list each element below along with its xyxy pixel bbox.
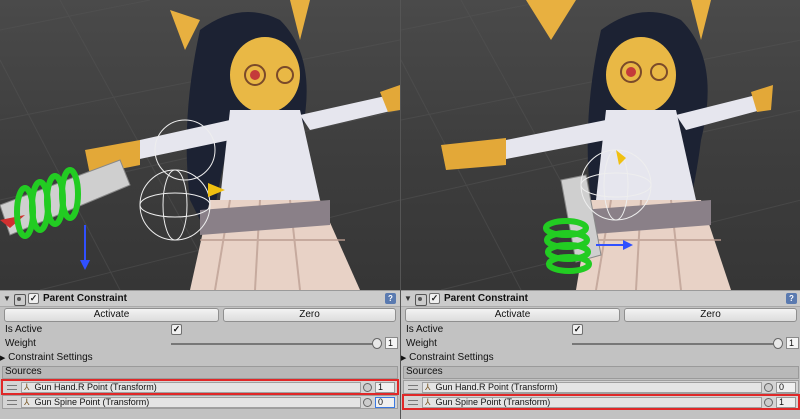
activate-button[interactable]: Activate: [4, 308, 219, 322]
component-title: Parent Constraint: [43, 293, 127, 304]
constraint-settings-label: Constraint Settings: [409, 352, 494, 363]
fold-arrow-icon[interactable]: ▼: [2, 294, 12, 304]
constraint-settings-label: Constraint Settings: [8, 352, 93, 363]
right-panel: ▼ ✓ Parent Constraint ? Activate Zero Is…: [400, 0, 800, 419]
scene-view[interactable]: [401, 0, 800, 290]
object-picker-icon[interactable]: [363, 383, 372, 392]
drag-handle-icon[interactable]: [7, 385, 17, 390]
source-row-gun-hand[interactable]: ⅄ Gun Hand.R Point (Transform) 1: [1, 379, 399, 395]
weight-slider-thumb[interactable]: [372, 338, 382, 349]
scene-view[interactable]: [0, 0, 400, 290]
component-enabled-checkbox[interactable]: ✓: [429, 293, 440, 304]
zero-button[interactable]: Zero: [624, 308, 797, 322]
source-name: Gun Spine Point (Transform): [435, 397, 551, 407]
object-picker-icon[interactable]: [764, 383, 773, 392]
component-enabled-checkbox[interactable]: ✓: [28, 293, 39, 304]
scene-illustration: [0, 0, 400, 290]
transform-icon: ⅄: [24, 382, 30, 392]
weight-label: Weight: [406, 338, 437, 349]
source-object-field[interactable]: ⅄ Gun Hand.R Point (Transform): [422, 382, 762, 393]
object-picker-icon[interactable]: [764, 398, 773, 407]
weight-field[interactable]: 1: [786, 337, 799, 349]
settings-fold-icon: ▶: [401, 355, 407, 362]
source-name: Gun Spine Point (Transform): [34, 397, 150, 407]
source-row-gun-spine[interactable]: ⅄ Gun Spine Point (Transform) 1: [402, 394, 800, 410]
source-weight-field[interactable]: 1: [375, 382, 395, 393]
constraint-icon: [13, 293, 26, 306]
source-object-field[interactable]: ⅄ Gun Spine Point (Transform): [21, 397, 361, 408]
source-weight-field[interactable]: 1: [776, 397, 796, 408]
settings-fold-icon: ▶: [0, 355, 6, 362]
fold-arrow-icon[interactable]: ▼: [403, 294, 413, 304]
source-name: Gun Hand.R Point (Transform): [34, 382, 157, 392]
help-icon[interactable]: ?: [786, 293, 797, 304]
source-weight-field[interactable]: 0: [375, 397, 395, 408]
constraint-settings-foldout[interactable]: ▶ Constraint Settings: [401, 352, 494, 365]
drag-handle-icon[interactable]: [408, 400, 418, 405]
source-row-gun-spine[interactable]: ⅄ Gun Spine Point (Transform) 0: [2, 395, 398, 409]
component-header: ▼ ✓ Parent Constraint ?: [0, 291, 400, 307]
is-active-label: Is Active: [5, 324, 43, 335]
weight-field[interactable]: 1: [385, 337, 398, 349]
activate-button[interactable]: Activate: [405, 308, 620, 322]
component-title: Parent Constraint: [444, 293, 528, 304]
weight-slider-thumb[interactable]: [773, 338, 783, 349]
sources-label: Sources: [5, 366, 42, 377]
transform-icon: ⅄: [24, 397, 30, 407]
weight-slider-track[interactable]: [572, 343, 777, 345]
zero-button[interactable]: Zero: [223, 308, 396, 322]
object-picker-icon[interactable]: [363, 398, 372, 407]
is-active-label: Is Active: [406, 324, 444, 335]
sources-header: [2, 366, 398, 379]
transform-icon: ⅄: [425, 397, 431, 407]
weight-slider-track[interactable]: [171, 343, 376, 345]
inspector: ▼ ✓ Parent Constraint ? Activate Zero Is…: [401, 290, 800, 419]
source-object-field[interactable]: ⅄ Gun Hand.R Point (Transform): [21, 382, 361, 393]
drag-handle-icon[interactable]: [7, 400, 17, 405]
help-icon[interactable]: ?: [385, 293, 396, 304]
left-panel: ▼ ✓ Parent Constraint ? Activate Zero Is…: [0, 0, 400, 419]
inspector: ▼ ✓ Parent Constraint ? Activate Zero Is…: [0, 290, 400, 419]
sources-header: [403, 366, 799, 379]
transform-icon: ⅄: [425, 382, 431, 392]
sources-label: Sources: [406, 366, 443, 377]
source-name: Gun Hand.R Point (Transform): [435, 382, 558, 392]
weight-label: Weight: [5, 338, 36, 349]
drag-handle-icon[interactable]: [408, 385, 418, 390]
component-header: ▼ ✓ Parent Constraint ?: [401, 291, 800, 307]
is-active-checkbox[interactable]: ✓: [171, 324, 182, 335]
source-weight-field[interactable]: 0: [776, 382, 796, 393]
source-object-field[interactable]: ⅄ Gun Spine Point (Transform): [422, 397, 762, 408]
constraint-settings-foldout[interactable]: ▶ Constraint Settings: [0, 352, 93, 365]
source-row-gun-hand[interactable]: ⅄ Gun Hand.R Point (Transform) 0: [403, 380, 799, 394]
constraint-icon: [414, 293, 427, 306]
is-active-checkbox[interactable]: ✓: [572, 324, 583, 335]
scene-illustration: [401, 0, 800, 290]
